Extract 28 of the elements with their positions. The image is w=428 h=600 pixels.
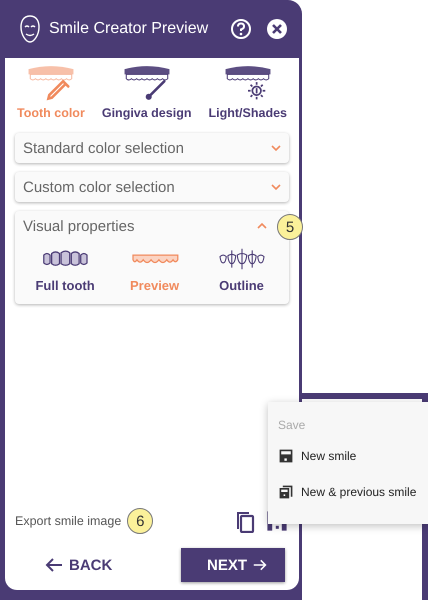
view-option[interactable]: Outline (208, 247, 274, 294)
callout-badge: 6 (127, 508, 154, 534)
accordion-header[interactable]: Standard color selection (15, 133, 289, 163)
next-button[interactable]: NEXT (181, 548, 285, 582)
accordion-header[interactable]: Visual properties (15, 211, 273, 241)
arrow-left-icon (45, 557, 63, 573)
section-title: Standard color selection (23, 140, 185, 156)
view-option[interactable]: Full tooth (29, 247, 101, 294)
tab[interactable]: Gingiva design (102, 64, 192, 120)
menu-heading: Save (278, 418, 306, 432)
close-icon[interactable] (266, 18, 288, 40)
back-button[interactable]: BACK (39, 550, 118, 580)
menu-item-label: New smile (301, 449, 356, 463)
help-icon[interactable] (230, 18, 252, 40)
arrow-right-icon (253, 557, 267, 573)
menu-item-label: New & previous smile (301, 485, 416, 499)
callout-badge: 5 (277, 214, 303, 240)
section-title: Custom color selection (23, 178, 176, 196)
accordion-header[interactable]: Custom color selection (15, 172, 289, 202)
window-title: Smile Creator Preview (49, 20, 210, 38)
export-label: Export smile image (15, 514, 122, 528)
menu-item[interactable]: New smile (278, 442, 418, 470)
tab[interactable]: Light/Shades (208, 64, 287, 120)
section-title: Visual properties (23, 218, 136, 234)
floppy-icon (278, 448, 294, 464)
menu-item[interactable]: New & previous smile (278, 478, 418, 506)
stacked-floppy-icon (278, 484, 294, 500)
face-icon (19, 15, 41, 43)
